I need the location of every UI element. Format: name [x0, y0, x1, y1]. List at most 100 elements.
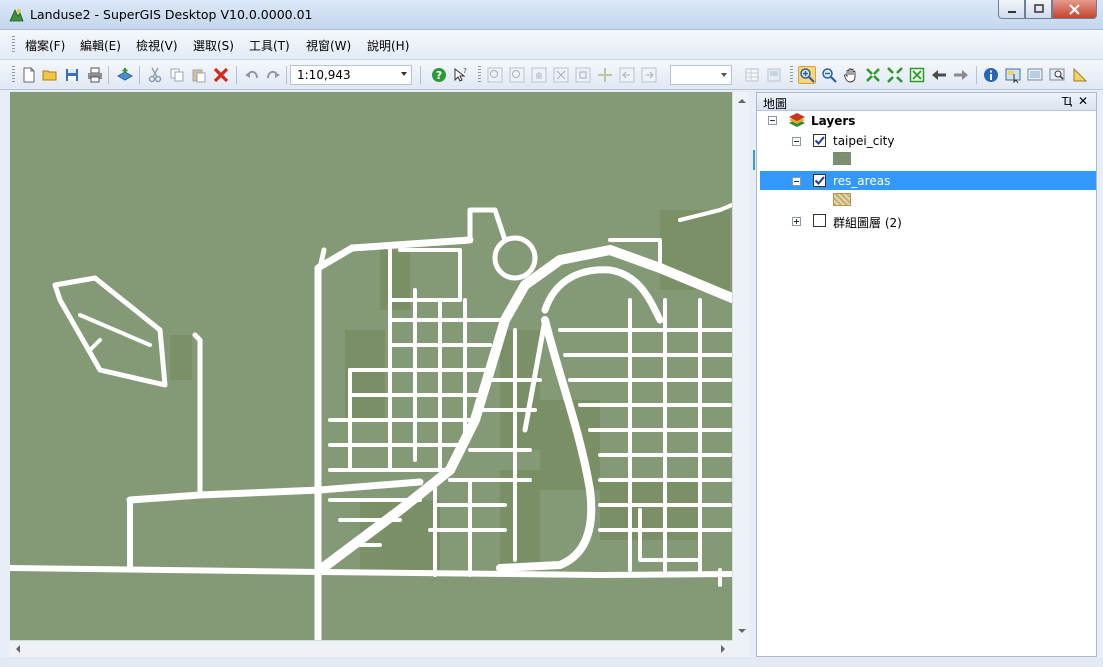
menu-help[interactable]: 說明(H): [367, 37, 409, 54]
layer-label-group[interactable]: 群組圖層 (2): [833, 214, 902, 231]
identify-tool[interactable]: [982, 66, 1000, 84]
map-tips-icon: [1027, 68, 1043, 81]
help-button[interactable]: ?: [430, 66, 448, 84]
menu-bar: 檔案(F) 編輯(E) 檢視(V) 選取(S) 工具(T) 視窗(W) 說明(H…: [0, 30, 1103, 60]
scroll-right-icon[interactable]: [721, 645, 725, 653]
maximize-icon: [1033, 4, 1044, 13]
paste-icon: [192, 69, 206, 83]
fixed-zoom-out-button[interactable]: [508, 66, 526, 84]
fixed-zoom-in-tool[interactable]: [864, 66, 882, 84]
select-features-icon: [1005, 68, 1021, 83]
back-extent-disabled-icon: [619, 67, 635, 83]
paste-button[interactable]: [190, 66, 208, 84]
minimize-button[interactable]: [998, 0, 1025, 19]
scroll-down-icon[interactable]: [738, 629, 746, 633]
menu-view[interactable]: 檢視(V): [136, 37, 178, 54]
previous-extent-tool[interactable]: [930, 66, 948, 84]
delete-button[interactable]: [212, 66, 230, 84]
map-vertical-scrollbar[interactable]: [732, 92, 749, 640]
next-extent-disabled-button[interactable]: [640, 66, 658, 84]
scrollbar-corner: [732, 640, 749, 657]
pan-tool[interactable]: [842, 66, 860, 84]
redo-button[interactable]: [264, 66, 282, 84]
map-tips-tool[interactable]: [1026, 66, 1044, 84]
add-data-button[interactable]: [116, 66, 134, 84]
chevron-down-icon[interactable]: [721, 73, 727, 77]
measure-tool[interactable]: [1071, 66, 1089, 84]
next-extent-tool[interactable]: [952, 66, 970, 84]
map-horizontal-scrollbar[interactable]: [10, 640, 732, 657]
panel-focus-marker: [753, 150, 755, 170]
layer-collapse-icon[interactable]: [792, 177, 801, 186]
pan-disabled-button[interactable]: [530, 66, 548, 84]
copy-button[interactable]: [168, 66, 186, 84]
save-icon: [66, 69, 78, 81]
find-tool[interactable]: [1048, 66, 1066, 84]
selected-layer-highlight: [760, 171, 1096, 190]
scroll-up-icon[interactable]: [738, 99, 746, 103]
layer-combobox[interactable]: [670, 65, 732, 85]
map-view[interactable]: [10, 92, 732, 640]
save-button[interactable]: [63, 66, 81, 84]
full-extent-tool[interactable]: [908, 66, 926, 84]
res-areas-symbol-swatch[interactable]: [833, 193, 851, 206]
move-arrows-disabled-icon: [598, 68, 612, 82]
menu-grip[interactable]: [12, 36, 15, 54]
maximize-button[interactable]: [1025, 0, 1052, 19]
move-disabled-button[interactable]: [596, 66, 614, 84]
group-expand-icon[interactable]: [792, 217, 801, 226]
layer-label-res-areas[interactable]: res_areas: [833, 174, 890, 188]
menu-window[interactable]: 視窗(W): [306, 37, 351, 54]
menu-select[interactable]: 選取(S): [193, 37, 234, 54]
cut-button[interactable]: [146, 66, 164, 84]
taipei-city-symbol-swatch[interactable]: [833, 152, 851, 165]
map-scale-combobox[interactable]: 1:10,943: [290, 65, 412, 85]
full-extent-disabled-button[interactable]: [552, 66, 570, 84]
zoom-layer-disabled-button[interactable]: [574, 66, 592, 84]
menu-edit[interactable]: 編輯(E): [80, 37, 121, 54]
zoom-out-icon: [822, 68, 837, 83]
find-icon: [1049, 68, 1065, 81]
fixed-zoom-out-tool[interactable]: [886, 66, 904, 84]
menu-file[interactable]: 檔案(F): [25, 37, 65, 54]
zoom-out-tool[interactable]: [820, 66, 838, 84]
table-disabled-button[interactable]: [743, 66, 761, 84]
layer-label-taipei-city[interactable]: taipei_city: [833, 134, 894, 148]
open-button[interactable]: [41, 66, 59, 84]
toolbar-grip[interactable]: [478, 66, 481, 84]
scroll-left-icon[interactable]: [16, 645, 20, 653]
panel-close-icon[interactable]: ✕: [1078, 94, 1088, 108]
whats-this-button[interactable]: ?: [451, 66, 469, 84]
zoom-out-arrows-icon: [887, 67, 903, 83]
arrow-left-icon: [932, 70, 946, 80]
checkmark-icon: [814, 176, 825, 185]
add-layer-icon: [117, 68, 133, 81]
redo-icon: [267, 70, 280, 79]
print-button[interactable]: [86, 66, 104, 84]
close-window-button[interactable]: [1052, 0, 1097, 19]
previous-extent-disabled-button[interactable]: [618, 66, 636, 84]
layer-visibility-checkbox[interactable]: [813, 134, 826, 147]
zoom-in-disabled-icon: [487, 67, 503, 83]
map-canvas[interactable]: [10, 92, 732, 640]
printer-icon: [88, 67, 102, 83]
layer-visibility-checkbox[interactable]: [813, 174, 826, 187]
toolbar-grip[interactable]: [790, 66, 793, 84]
menu-tools[interactable]: 工具(T): [249, 37, 290, 54]
chevron-down-icon[interactable]: [401, 72, 407, 76]
select-feature-tool[interactable]: [1004, 66, 1022, 84]
undo-button[interactable]: [243, 66, 261, 84]
fixed-zoom-in-button[interactable]: [486, 66, 504, 84]
group-visibility-checkbox[interactable]: [813, 214, 826, 227]
copy-icon: [170, 68, 184, 82]
hand-icon: [844, 68, 856, 83]
pin-icon[interactable]: Ҵ: [1062, 95, 1072, 108]
root-collapse-icon[interactable]: [768, 116, 777, 125]
layers-root-label[interactable]: Layers: [811, 114, 855, 128]
new-button[interactable]: [20, 66, 38, 84]
layer-collapse-icon[interactable]: [792, 137, 801, 146]
main-toolbar: 1:10,943 ? ?: [0, 60, 1103, 90]
toolbar-grip[interactable]: [12, 66, 15, 84]
layout-disabled-button[interactable]: [765, 66, 783, 84]
zoom-in-tool[interactable]: [798, 66, 816, 84]
